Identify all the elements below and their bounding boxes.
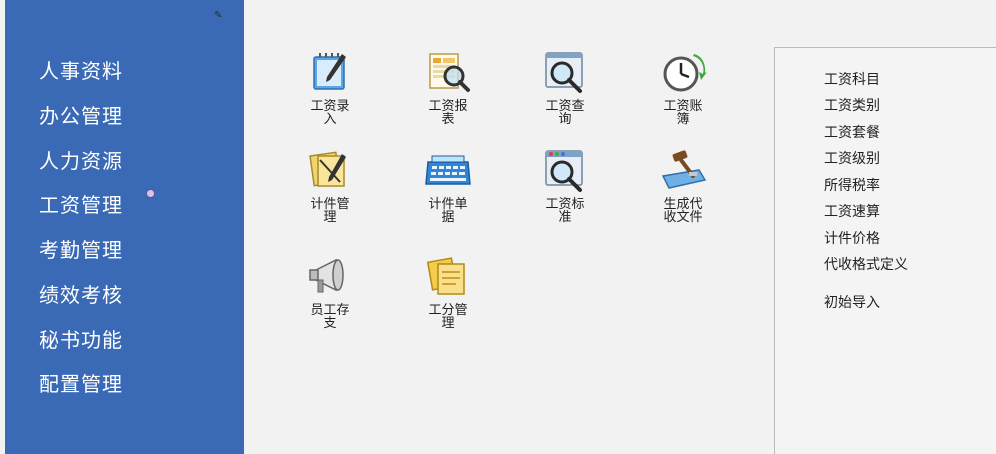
notes-stack-icon [426, 257, 465, 295]
sidebar-item-personnel[interactable]: 人事资料 [39, 55, 123, 84]
link-salary-grades[interactable]: 工资级别 [824, 148, 880, 168]
clock-arrow-icon [663, 54, 707, 92]
settings-panel: 工资科目 工资类别 工资套餐 工资级别 所得税率 工资速算 计件价格 代收格式定… [774, 47, 996, 454]
gavel-icon [661, 150, 707, 189]
window-magnifier-icon [545, 150, 583, 192]
module-salary-standard[interactable]: 工资标准 [520, 146, 610, 224]
sidebar-item-secretary[interactable]: 秘书功能 [39, 324, 123, 353]
sidebar-panel: 人事资料 办公管理 人力资源 工资管理 考勤管理 绩效考核 秘书功能 配置管理 [5, 0, 244, 454]
link-piecework-prices[interactable]: 计件价格 [824, 228, 880, 248]
module-label: 工分管理 [428, 303, 468, 331]
module-label: 工资标准 [545, 197, 585, 225]
sidebar-item-office[interactable]: 办公管理 [39, 100, 123, 129]
module-salary-query[interactable]: 工资查询 [520, 48, 610, 126]
sidebar: 人事资料 办公管理 人力资源 工资管理 考勤管理 绩效考核 秘书功能 配置管理 … [0, 0, 244, 454]
sidebar-item-config[interactable]: 配置管理 [39, 368, 123, 397]
search-magnifier-icon [545, 52, 583, 93]
sidebar-item-salary[interactable]: 工资管理 [39, 189, 123, 218]
link-initial-import[interactable]: 初始导入 [824, 292, 880, 312]
calculator-icon [425, 155, 471, 185]
module-label: 生成代收文件 [663, 197, 703, 225]
module-salary-ledger[interactable]: 工资账簿 [638, 48, 728, 126]
link-income-tax-rates[interactable]: 所得税率 [824, 175, 880, 195]
megaphone-icon [309, 258, 344, 293]
module-salary-entry[interactable]: 工资录入 [285, 48, 375, 126]
module-label: 计件单据 [428, 197, 468, 225]
module-label: 工资账簿 [663, 99, 703, 127]
module-employee-deposit-withdrawal[interactable]: 员工存支 [285, 252, 375, 330]
link-salary-packages[interactable]: 工资套餐 [824, 122, 880, 142]
selection-indicator-icon [146, 189, 155, 198]
module-piecework-documents[interactable]: 计件单据 [403, 146, 493, 224]
module-label: 计件管理 [310, 197, 350, 225]
link-collection-format-definition[interactable]: 代收格式定义 [824, 254, 908, 274]
module-generate-collection-file[interactable]: 生成代收文件 [638, 146, 728, 224]
module-label: 员工存支 [310, 303, 350, 331]
module-label: 工资报表 [428, 99, 468, 127]
link-salary-quick-calc[interactable]: 工资速算 [824, 201, 880, 221]
app-window: 人事资料 办公管理 人力资源 工资管理 考勤管理 绩效考核 秘书功能 配置管理 … [0, 0, 996, 454]
sidebar-item-performance[interactable]: 绩效考核 [39, 279, 123, 308]
link-salary-items[interactable]: 工资科目 [824, 69, 880, 89]
sidebar-item-attendance[interactable]: 考勤管理 [39, 234, 123, 263]
module-label: 工资录入 [310, 99, 350, 127]
sidebar-item-hr[interactable]: 人力资源 [39, 145, 123, 174]
module-label: 工资查询 [545, 99, 585, 127]
mouse-cursor-icon: ✎ [214, 10, 223, 21]
link-salary-categories[interactable]: 工资类别 [824, 95, 880, 115]
module-work-points-management[interactable]: 工分管理 [403, 252, 493, 330]
module-piecework-management[interactable]: 计件管理 [285, 146, 375, 224]
module-salary-report[interactable]: 工资报表 [403, 48, 493, 126]
report-magnifier-icon [429, 53, 470, 92]
documents-pen-icon [309, 151, 346, 187]
pen-notepad-icon [313, 53, 346, 90]
